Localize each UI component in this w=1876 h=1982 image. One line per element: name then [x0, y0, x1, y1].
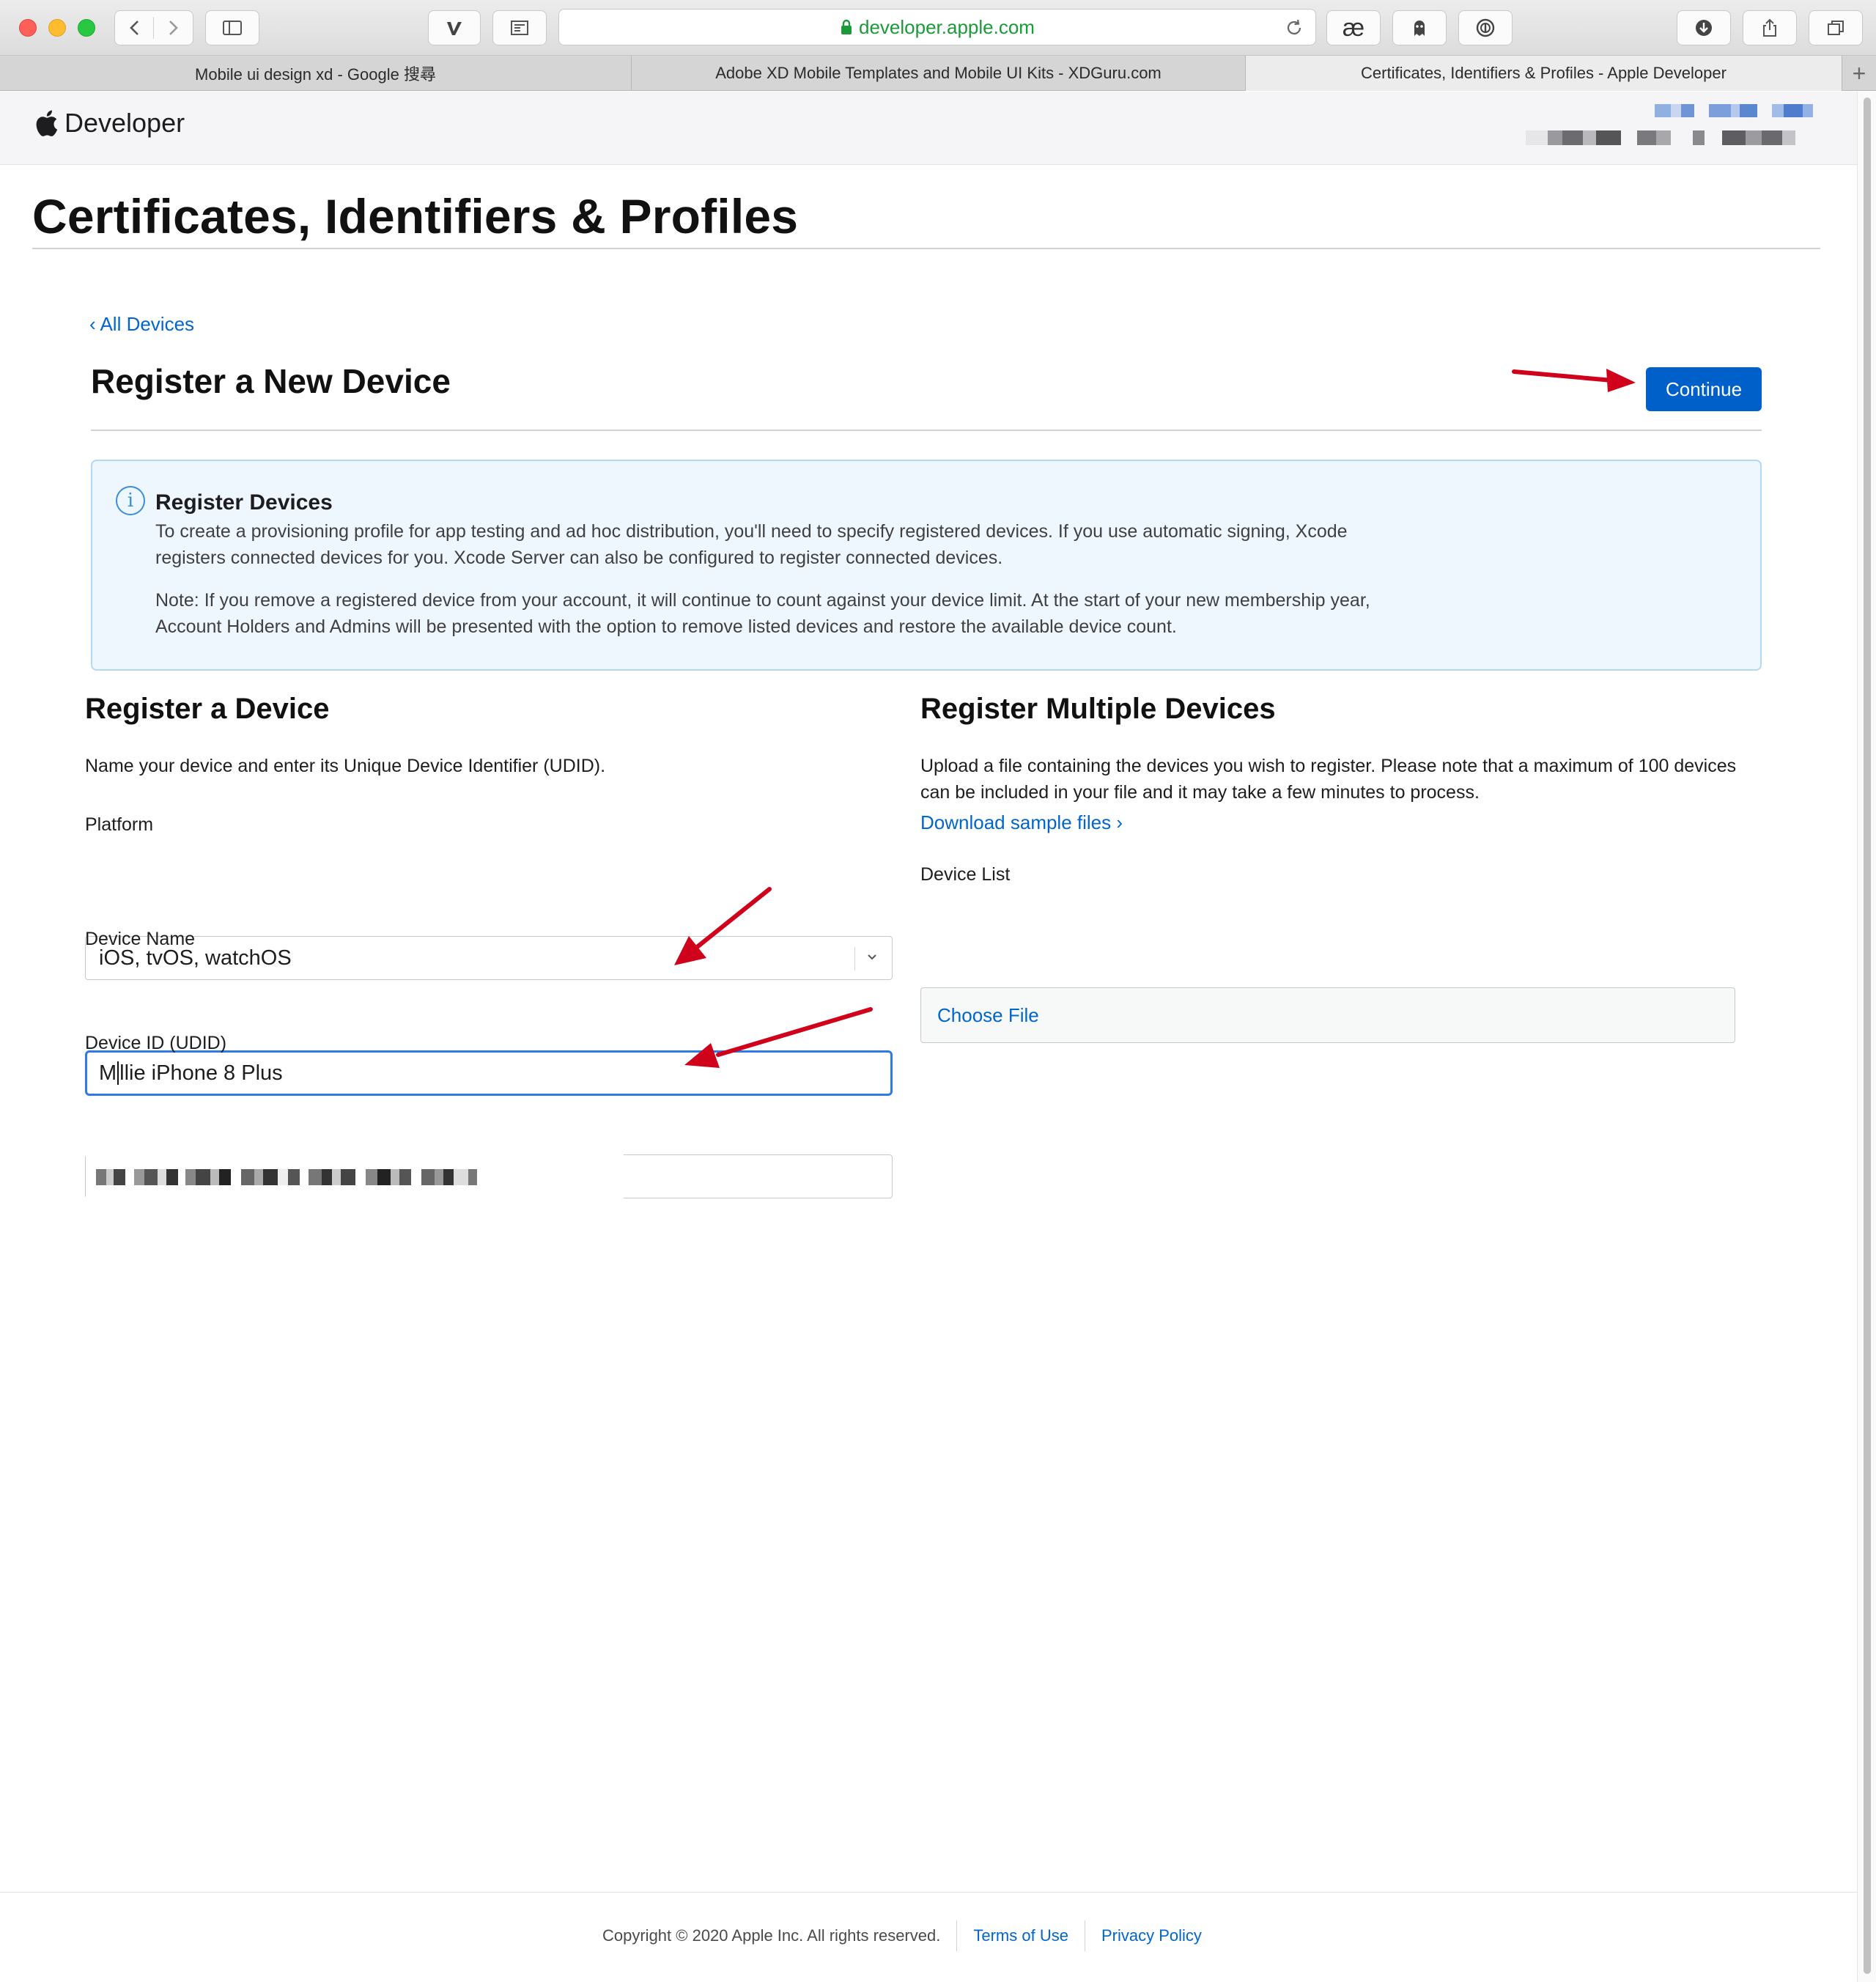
info-box: i Register Devices To create a provision… [91, 460, 1762, 671]
page-scrollbar[interactable] [1857, 92, 1876, 1982]
ghost-icon [1414, 21, 1425, 36]
sidebar-icon [223, 21, 242, 35]
annotation-arrow-continue [1512, 369, 1636, 392]
download-sample-files-link[interactable]: Download sample files › [920, 811, 1123, 834]
device-name-value-start: M [99, 1061, 117, 1085]
ae-icon: æ [1342, 13, 1365, 42]
device-id-redacted [86, 1154, 624, 1201]
device-name-value-end: llie iPhone 8 Plus [119, 1061, 283, 1085]
info-icon: i [116, 486, 145, 515]
downloads-button[interactable] [1677, 10, 1731, 45]
fullscreen-window-button[interactable] [78, 19, 95, 37]
continue-button[interactable]: Continue [1646, 367, 1762, 411]
account-name-redacted[interactable] [1655, 104, 1823, 117]
tab-overview-button[interactable] [1809, 10, 1863, 45]
choose-file-button[interactable]: Choose File [937, 1004, 1039, 1027]
device-list-file-input[interactable]: Choose File [920, 987, 1735, 1043]
reload-icon[interactable] [1283, 17, 1305, 39]
annotation-arrow-device-id [684, 1007, 873, 1068]
share-button[interactable] [1743, 10, 1797, 45]
register-multiple-title: Register Multiple Devices [920, 693, 1276, 725]
password-manager-button[interactable] [1458, 10, 1513, 45]
address-bar[interactable]: developer.apple.com [558, 9, 1316, 45]
tab-title: Mobile ui design xd - Google 搜尋 [195, 65, 436, 84]
vimeo-icon [447, 22, 462, 35]
device-name-label: Device Name [85, 929, 196, 949]
info-paragraph: To create a provisioning profile for app… [155, 521, 1348, 568]
apple-logo-icon [36, 110, 58, 136]
platform-label: Platform [85, 814, 154, 835]
tab-title: Adobe XD Mobile Templates and Mobile UI … [715, 64, 1162, 82]
download-icon [1696, 20, 1712, 36]
vimeo-extension-button[interactable] [428, 10, 481, 45]
annotation-arrow-device-name [674, 887, 772, 965]
footer-divider [956, 1920, 958, 1951]
device-list-label: Device List [920, 864, 1011, 885]
register-device-title: Register a Device [85, 693, 330, 725]
device-id-input[interactable] [85, 1154, 893, 1201]
chevron-down-icon [868, 954, 876, 960]
back-icon[interactable] [116, 17, 154, 39]
account-team-redacted [1526, 130, 1804, 145]
tab-bar: Mobile ui design xd - Google 搜尋 Adobe XD… [0, 56, 1876, 91]
ghostery-extension-button[interactable] [1392, 10, 1447, 45]
info-note: Note: If you remove a registered device … [155, 590, 1370, 637]
register-device-description: Name your device and enter its Unique De… [85, 756, 606, 776]
forward-icon[interactable] [154, 17, 192, 39]
web-page: Developer Certificates, Identifiers & Pr… [0, 92, 1857, 1982]
footer-links: Copyright © 2020 Apple Inc. All rights r… [602, 1920, 1202, 1951]
reader-icon [511, 21, 528, 35]
all-devices-link[interactable]: ‹ All Devices [89, 313, 194, 336]
page-title: Certificates, Identifiers & Profiles [32, 189, 799, 243]
tab-xdguru[interactable]: Adobe XD Mobile Templates and Mobile UI … [632, 56, 1246, 91]
sidebar-toggle-button[interactable] [205, 10, 259, 45]
lock-icon [841, 19, 852, 34]
developer-brand-text: Developer [64, 108, 185, 138]
tab-title: Certificates, Identifiers & Profiles - A… [1361, 64, 1727, 82]
new-tab-button[interactable]: + [1842, 56, 1876, 91]
developer-logo[interactable]: Developer [34, 108, 185, 139]
tab-google-search[interactable]: Mobile ui design xd - Google 搜尋 [0, 56, 632, 91]
back-forward-buttons [114, 10, 193, 45]
url-text: developer.apple.com [859, 15, 1035, 38]
terms-of-use-link[interactable]: Terms of Use [973, 1926, 1068, 1945]
text-caret [117, 1061, 119, 1085]
section-divider [91, 430, 1762, 431]
tab-apple-developer[interactable]: Certificates, Identifiers & Profiles - A… [1246, 56, 1842, 91]
info-title: Register Devices [155, 490, 333, 515]
title-divider [32, 248, 1820, 249]
select-separator [854, 947, 855, 970]
copyright-text: Copyright © 2020 Apple Inc. All rights r… [602, 1926, 941, 1945]
privacy-policy-link[interactable]: Privacy Policy [1101, 1926, 1202, 1945]
register-multiple-description: Upload a file containing the devices you… [920, 756, 1737, 803]
reader-extension-button[interactable] [492, 10, 547, 45]
device-id-label: Device ID (UDID) [85, 1033, 227, 1053]
section-title: Register a New Device [91, 362, 451, 400]
tabs-icon [1828, 21, 1844, 35]
developer-navbar: Developer [0, 92, 1857, 165]
minimize-window-button[interactable] [48, 19, 66, 37]
browser-titlebar: developer.apple.com æ [0, 0, 1876, 56]
onepassword-icon [1476, 18, 1495, 37]
close-window-button[interactable] [19, 19, 37, 37]
share-icon [1763, 18, 1776, 37]
ae-extension-button[interactable]: æ [1326, 10, 1381, 45]
scrollbar-thumb[interactable] [1864, 97, 1871, 1974]
page-footer: Copyright © 2020 Apple Inc. All rights r… [0, 1892, 1857, 1982]
